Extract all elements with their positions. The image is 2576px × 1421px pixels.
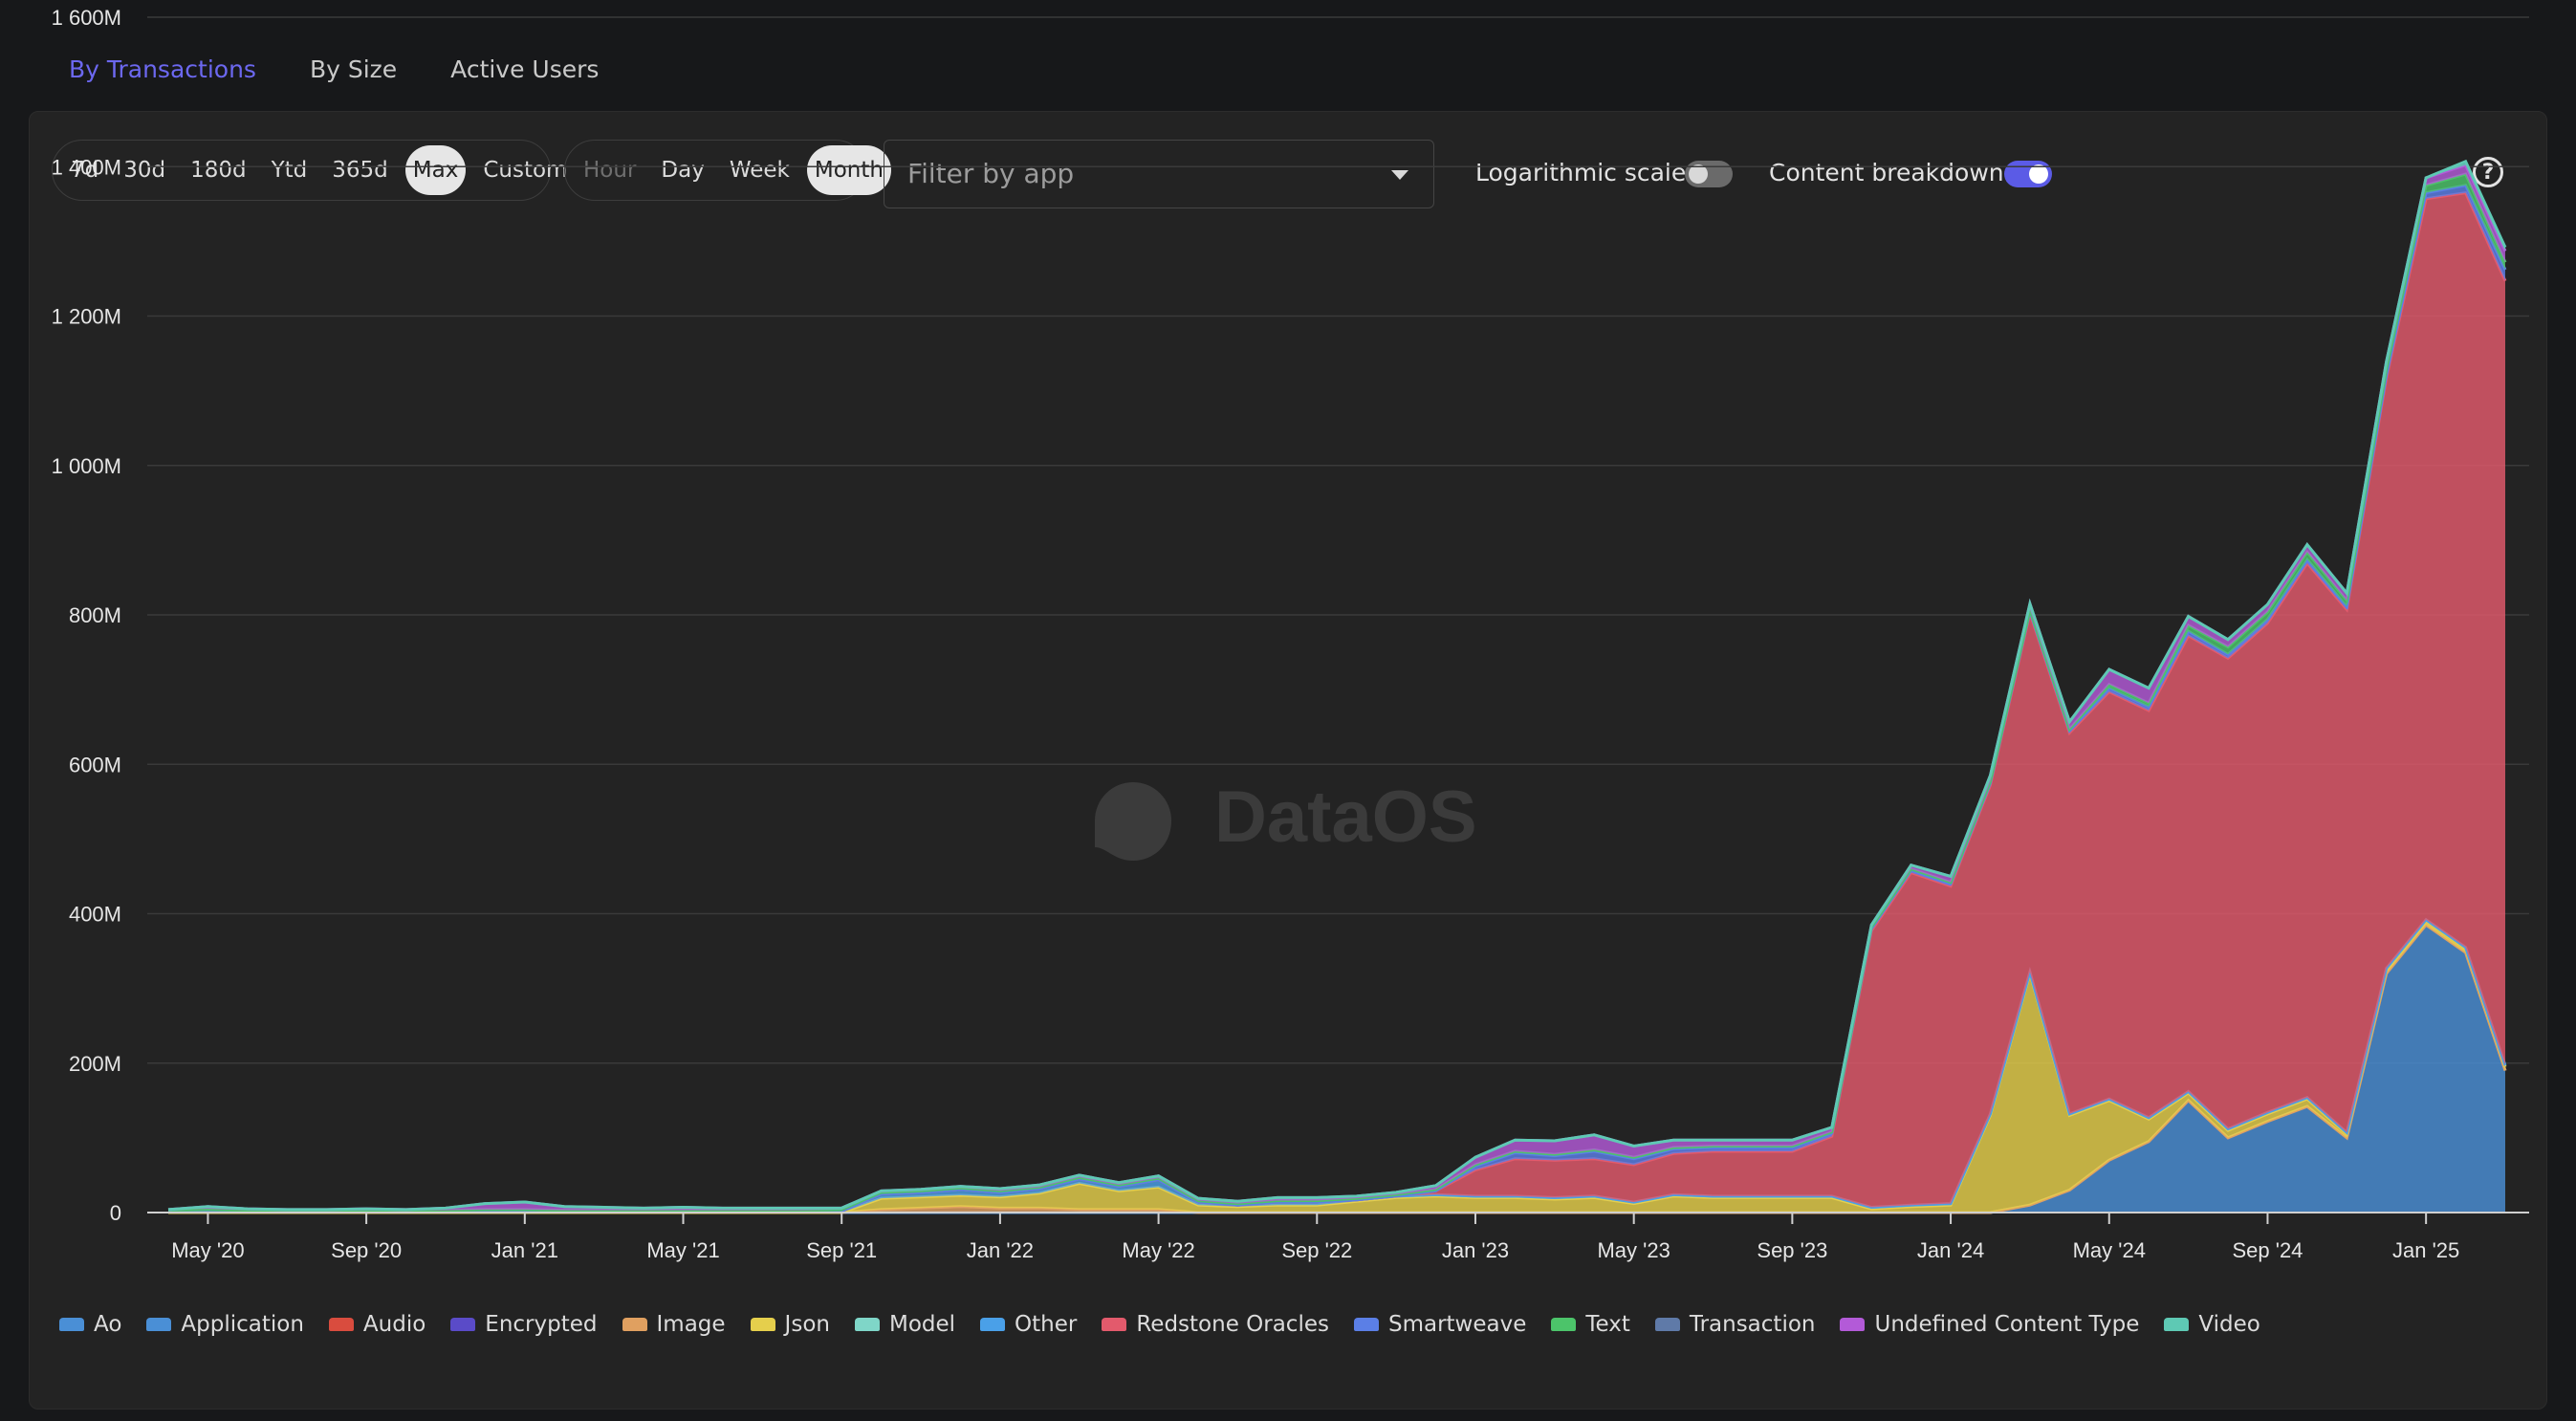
y-tick-label: 1 200M [52,305,121,329]
y-tick-label: 600M [69,753,121,776]
legend-item-image[interactable]: Image [622,1312,726,1337]
legend-swatch [1102,1318,1127,1331]
y-tick-label: 800M [69,603,121,627]
legend-swatch [622,1318,647,1331]
legend-label: Model [888,1312,956,1337]
legend-item-json[interactable]: Json [750,1312,830,1337]
x-tick-label: Sep '24 [2232,1238,2303,1262]
legend-label: Encrypted [485,1312,598,1337]
legend-item-video[interactable]: Video [2164,1312,2260,1337]
legend-swatch [1551,1318,1577,1331]
x-tick-label: Sep '22 [1281,1238,1352,1262]
legend-label: Image [656,1312,726,1337]
legend-item-redstone-oracles[interactable]: Redstone Oracles [1102,1312,1329,1337]
legend-item-undefined-content-type[interactable]: Undefined Content Type [1840,1312,2139,1337]
x-tick-label: May '21 [646,1238,719,1262]
legend-swatch [2164,1318,2190,1331]
legend-label: Ao [94,1312,122,1337]
legend-swatch [328,1318,354,1331]
legend-swatch [980,1318,1006,1331]
y-tick-label: 400M [69,903,121,927]
legend-label: Application [181,1312,304,1337]
legend-label: Other [1015,1312,1078,1337]
legend-label: Smartweave [1387,1312,1527,1337]
x-tick-label: May '24 [2073,1238,2146,1262]
x-tick-label: Jan '21 [491,1238,558,1262]
legend-item-text[interactable]: Text [1551,1312,1630,1337]
chart-legend: Ao Application Audio Encrypted Image Json Mode… [59,1312,2285,1337]
x-tick-label: May '22 [1122,1238,1194,1262]
y-tick-label: 1 000M [52,454,121,478]
legend-swatch [854,1318,880,1331]
legend-item-application[interactable]: Application [146,1312,304,1337]
legend-item-encrypted[interactable]: Encrypted [450,1312,598,1337]
x-tick-label: Jan '23 [1442,1238,1509,1262]
x-tick-label: Jan '25 [2392,1238,2459,1262]
legend-swatch [146,1318,172,1331]
x-tick-label: Sep '21 [806,1238,877,1262]
legend-label: Undefined Content Type [1874,1312,2140,1337]
x-tick-label: May '20 [171,1238,244,1262]
legend-swatch [450,1318,476,1331]
legend-label: Audio [362,1312,426,1337]
legend-label: Json [784,1312,830,1337]
legend-label: Text [1585,1312,1630,1337]
dataos-logo-icon [1095,782,1171,861]
legend-swatch [59,1318,84,1331]
x-tick-label: May '23 [1597,1238,1670,1262]
legend-item-model[interactable]: Model [854,1312,956,1337]
legend-item-other[interactable]: Other [980,1312,1077,1337]
x-tick-label: Jan '22 [967,1238,1034,1262]
legend-swatch [1840,1318,1866,1331]
y-tick-label: 1 400M [52,155,121,179]
legend-item-transaction[interactable]: Transaction [1654,1312,1816,1337]
transactions-area-chart: 0 200M 400M 600M 800M 1 000M 1 200M 1 400M 1 600… [52,6,2529,1262]
legend-item-smartweave[interactable]: Smartweave [1353,1312,1527,1337]
y-tick-label: 200M [69,1052,121,1076]
watermark-text: DataOS [1214,776,1477,858]
legend-label: Redstone Oracles [1136,1312,1329,1337]
legend-label: Video [2198,1312,2260,1337]
legend-item-audio[interactable]: Audio [328,1312,426,1337]
legend-swatch [1353,1318,1379,1331]
legend-label: Transaction [1689,1312,1816,1337]
legend-swatch [750,1318,775,1331]
legend-item-ao[interactable]: Ao [59,1312,121,1337]
x-tick-label: Sep '23 [1757,1238,1827,1262]
y-tick-label: 1 600M [52,6,121,30]
y-tick-label: 0 [110,1201,121,1225]
x-tick-label: Sep '20 [331,1238,402,1262]
watermark: DataOS [1095,776,1477,861]
legend-swatch [1654,1318,1680,1331]
x-tick-label: Jan '24 [1917,1238,1984,1262]
